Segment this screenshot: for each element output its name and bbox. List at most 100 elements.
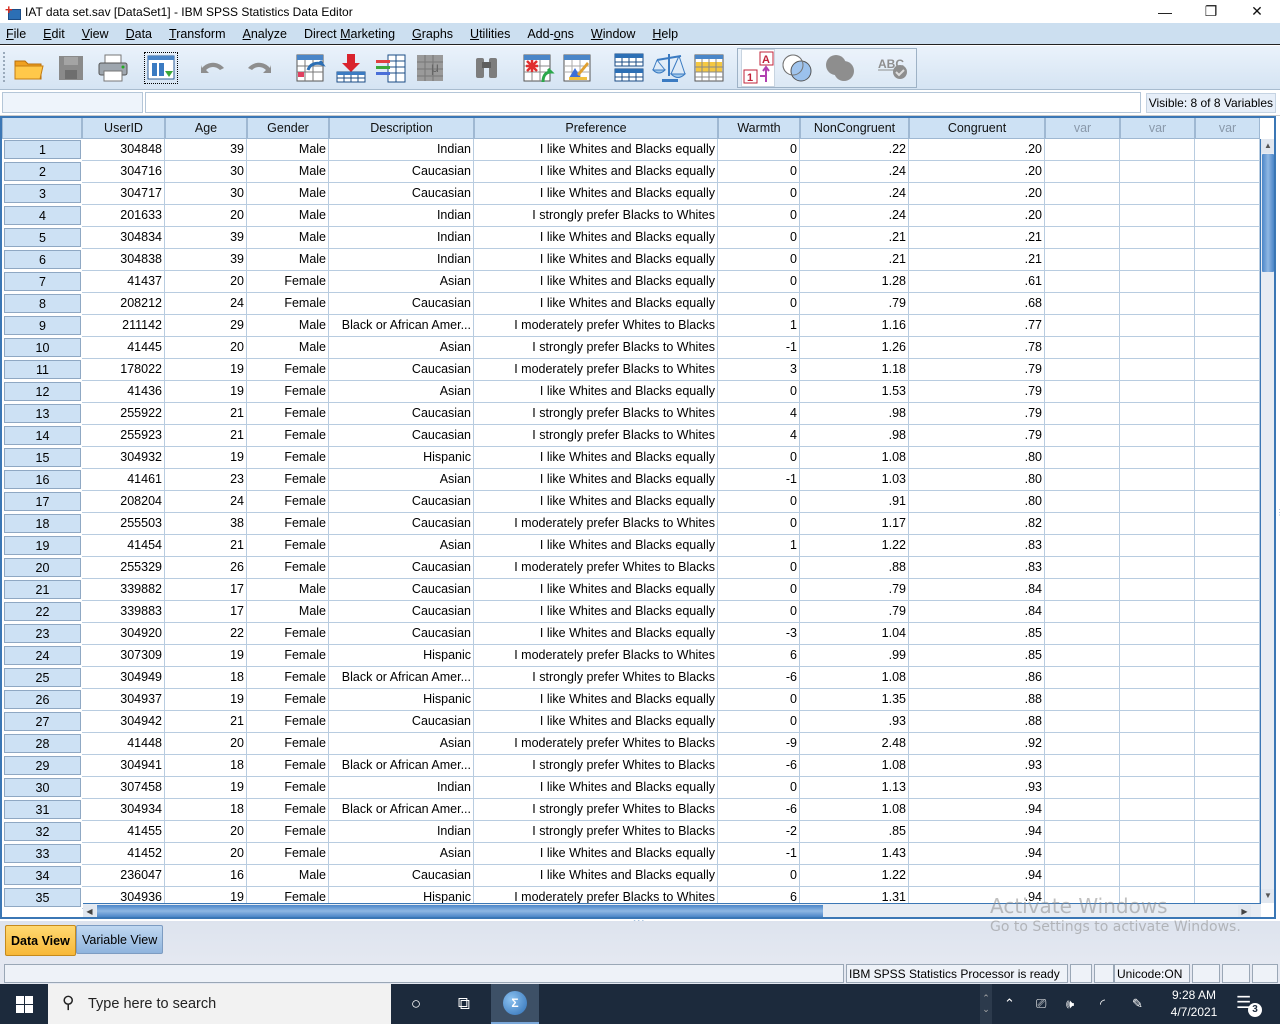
- data-cell-preference[interactable]: I moderately prefer Blacks to Whites: [474, 513, 718, 535]
- data-cell-description[interactable]: Asian: [329, 469, 474, 491]
- data-cell-warmth[interactable]: 4: [718, 425, 800, 447]
- data-cell-age[interactable]: 38: [165, 513, 247, 535]
- data-cell-description[interactable]: Black or African Amer...: [329, 667, 474, 689]
- data-cell-age[interactable]: 29: [165, 315, 247, 337]
- data-cell-noncongruent[interactable]: .93: [800, 711, 909, 733]
- data-cell-description[interactable]: Indian: [329, 205, 474, 227]
- row-header[interactable]: 5: [4, 228, 81, 247]
- minimize-button[interactable]: —: [1142, 0, 1188, 23]
- data-cell-userid[interactable]: 208204: [82, 491, 165, 513]
- data-cell-var[interactable]: [1120, 513, 1195, 535]
- data-cell-description[interactable]: Indian: [329, 777, 474, 799]
- data-cell-gender[interactable]: Female: [247, 689, 329, 711]
- data-cell-noncongruent[interactable]: 2.48: [800, 733, 909, 755]
- data-cell-description[interactable]: Hispanic: [329, 447, 474, 469]
- row-header[interactable]: 11: [4, 360, 81, 379]
- data-cell-description[interactable]: Caucasian: [329, 359, 474, 381]
- taskbar-clock[interactable]: 9:28 AM 4/7/2021: [1164, 987, 1224, 1021]
- data-cell-age[interactable]: 26: [165, 557, 247, 579]
- data-cell-var[interactable]: [1120, 139, 1195, 161]
- data-cell-var[interactable]: [1195, 645, 1260, 667]
- data-cell-noncongruent[interactable]: 1.35: [800, 689, 909, 711]
- data-cell-var[interactable]: [1195, 293, 1260, 315]
- data-cell-var[interactable]: [1120, 777, 1195, 799]
- data-cell-description[interactable]: Caucasian: [329, 403, 474, 425]
- value-labels-icon[interactable]: A1: [741, 49, 775, 87]
- row-header[interactable]: 23: [4, 624, 81, 643]
- data-cell-congruent[interactable]: .94: [909, 865, 1045, 887]
- data-cell-preference[interactable]: I like Whites and Blacks equally: [474, 271, 718, 293]
- data-cell-userid[interactable]: 255503: [82, 513, 165, 535]
- goto-variable-icon[interactable]: [334, 52, 368, 84]
- row-header[interactable]: 17: [4, 492, 81, 511]
- weight-cases-icon[interactable]: [651, 52, 687, 84]
- data-cell-warmth[interactable]: -3: [718, 623, 800, 645]
- data-cell-userid[interactable]: 255329: [82, 557, 165, 579]
- tab-data-view[interactable]: Data View: [5, 925, 76, 956]
- scroll-right-arrow-icon[interactable]: ▶: [1238, 905, 1251, 917]
- data-cell-var[interactable]: [1045, 205, 1120, 227]
- data-cell-preference[interactable]: I moderately prefer Whites to Blacks: [474, 315, 718, 337]
- data-cell-age[interactable]: 16: [165, 865, 247, 887]
- data-cell-var[interactable]: [1045, 777, 1120, 799]
- data-cell-preference[interactable]: I moderately prefer Whites to Blacks: [474, 733, 718, 755]
- pen-icon[interactable]: ✎: [1132, 984, 1143, 1024]
- vertical-scrollbar[interactable]: ▲ ▼: [1260, 139, 1274, 903]
- row-header[interactable]: 1: [4, 140, 81, 159]
- scroll-down-arrow-icon[interactable]: ▼: [1261, 889, 1274, 903]
- data-cell-preference[interactable]: I strongly prefer Whites to Blacks: [474, 755, 718, 777]
- goto-case-icon[interactable]: [294, 52, 328, 84]
- data-cell-var[interactable]: [1045, 821, 1120, 843]
- row-header[interactable]: 22: [4, 602, 81, 621]
- data-cell-preference[interactable]: I strongly prefer Whites to Blacks: [474, 799, 718, 821]
- data-cell-warmth[interactable]: 0: [718, 447, 800, 469]
- data-cell-warmth[interactable]: 0: [718, 249, 800, 271]
- data-cell-var[interactable]: [1120, 337, 1195, 359]
- data-cell-gender[interactable]: Female: [247, 403, 329, 425]
- data-cell-description[interactable]: Asian: [329, 535, 474, 557]
- data-cell-var[interactable]: [1120, 491, 1195, 513]
- data-cell-preference[interactable]: I like Whites and Blacks equally: [474, 579, 718, 601]
- data-cell-var[interactable]: [1195, 777, 1260, 799]
- insert-variable-icon[interactable]: [561, 52, 595, 84]
- data-cell-age[interactable]: 19: [165, 381, 247, 403]
- data-cell-gender[interactable]: Female: [247, 425, 329, 447]
- data-cell-congruent[interactable]: .61: [909, 271, 1045, 293]
- data-cell-congruent[interactable]: .20: [909, 139, 1045, 161]
- data-cell-warmth[interactable]: -1: [718, 337, 800, 359]
- data-cell-noncongruent[interactable]: 1.26: [800, 337, 909, 359]
- data-cell-userid[interactable]: 304838: [82, 249, 165, 271]
- data-cell-var[interactable]: [1195, 711, 1260, 733]
- data-cell-congruent[interactable]: .21: [909, 227, 1045, 249]
- data-cell-congruent[interactable]: .86: [909, 667, 1045, 689]
- data-cell-preference[interactable]: I like Whites and Blacks equally: [474, 601, 718, 623]
- data-cell-age[interactable]: 30: [165, 183, 247, 205]
- data-cell-gender[interactable]: Female: [247, 733, 329, 755]
- data-cell-preference[interactable]: I like Whites and Blacks equally: [474, 381, 718, 403]
- data-cell-var[interactable]: [1120, 821, 1195, 843]
- row-header[interactable]: 12: [4, 382, 81, 401]
- data-cell-var[interactable]: [1195, 623, 1260, 645]
- data-cell-congruent[interactable]: .20: [909, 161, 1045, 183]
- close-button[interactable]: ✕: [1234, 0, 1280, 23]
- data-cell-age[interactable]: 17: [165, 579, 247, 601]
- data-cell-noncongruent[interactable]: 1.22: [800, 535, 909, 557]
- data-cell-var[interactable]: [1195, 843, 1260, 865]
- column-header-var[interactable]: var: [1120, 118, 1195, 139]
- data-cell-gender[interactable]: Male: [247, 249, 329, 271]
- data-cell-userid[interactable]: 41437: [82, 271, 165, 293]
- row-header[interactable]: 14: [4, 426, 81, 445]
- print-icon[interactable]: [96, 52, 130, 84]
- data-cell-noncongruent[interactable]: 1.04: [800, 623, 909, 645]
- column-header-age[interactable]: Age: [165, 118, 247, 139]
- data-cell-var[interactable]: [1045, 667, 1120, 689]
- data-cell-var[interactable]: [1120, 425, 1195, 447]
- row-header[interactable]: 28: [4, 734, 81, 753]
- data-cell-age[interactable]: 30: [165, 161, 247, 183]
- data-cell-var[interactable]: [1120, 601, 1195, 623]
- data-cell-userid[interactable]: 255923: [82, 425, 165, 447]
- data-cell-noncongruent[interactable]: 1.13: [800, 777, 909, 799]
- recall-dialog-icon[interactable]: [144, 52, 178, 84]
- menu-edit[interactable]: Edit: [37, 27, 71, 41]
- data-cell-gender[interactable]: Female: [247, 469, 329, 491]
